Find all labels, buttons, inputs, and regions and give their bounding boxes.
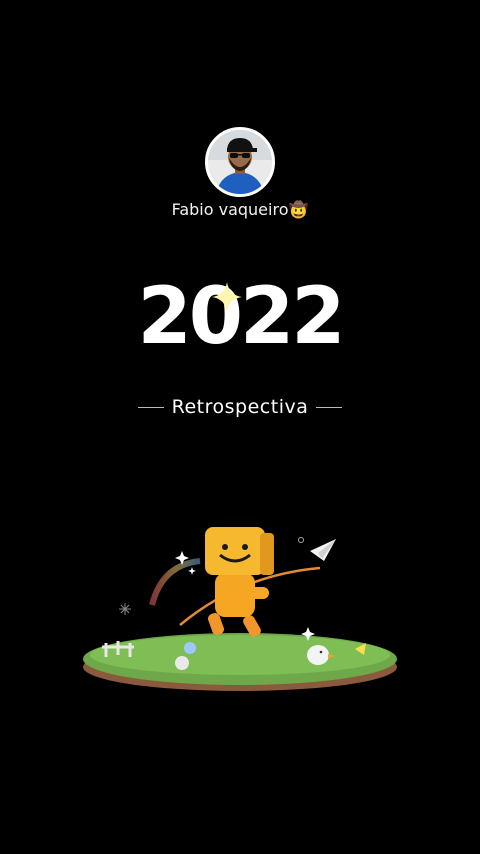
subtitle-row: Retrospectiva <box>0 396 480 418</box>
sparkle-icon <box>212 282 242 312</box>
box-mascot-icon <box>205 527 274 575</box>
profile-name: Fabio vaqueiro🤠 <box>171 200 309 219</box>
avatar-photo <box>208 130 272 194</box>
divider-left <box>137 406 164 408</box>
paper-plane-icon <box>310 539 336 561</box>
divider-right <box>316 406 343 408</box>
profile-avatar[interactable] <box>205 127 275 197</box>
mascot-illustration <box>83 527 397 691</box>
recap-subtitle: Retrospectiva <box>171 396 309 418</box>
